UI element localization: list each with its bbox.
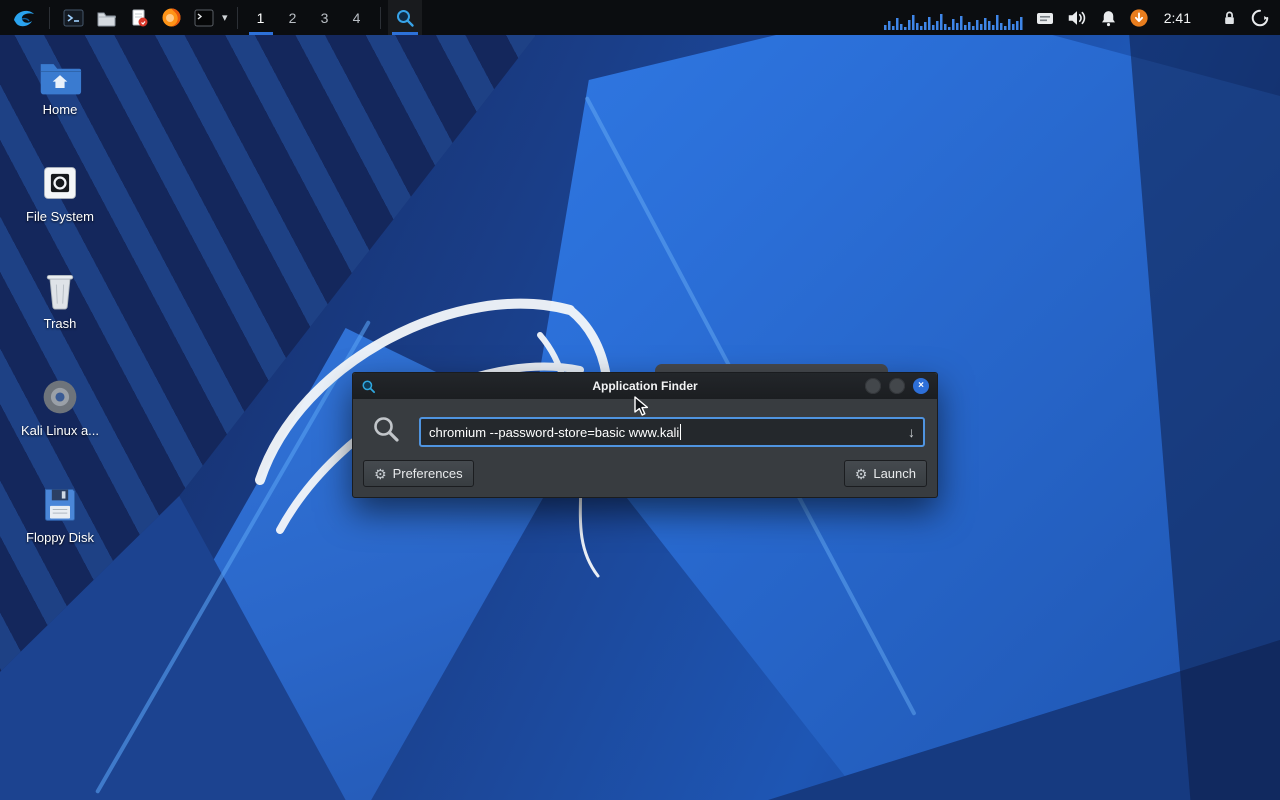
desktop-icon-file-system[interactable]: File System xyxy=(14,163,106,225)
text-caret xyxy=(680,424,681,440)
search-icon xyxy=(372,415,400,443)
window-search-icon xyxy=(361,379,376,394)
search-icon xyxy=(395,8,415,28)
workspace-label: 2 xyxy=(289,10,297,26)
launch-gear-icon: ⚙ xyxy=(855,467,868,481)
mouse-cursor xyxy=(634,396,654,418)
mini-terminal-icon xyxy=(194,9,214,27)
panel-separator xyxy=(49,7,50,29)
desktop-icon-label: Floppy Disk xyxy=(14,531,106,546)
workspace-switcher: 1 2 3 4 xyxy=(245,0,373,35)
search-input-value: chromium --password-store=basic www.kali xyxy=(429,425,679,440)
lock-screen-icon[interactable] xyxy=(1220,8,1239,28)
terminal-icon xyxy=(63,8,84,28)
workspace-2-button[interactable]: 2 xyxy=(277,0,309,35)
terminal-launcher[interactable] xyxy=(57,0,90,35)
workspace-1-button[interactable]: 1 xyxy=(245,0,277,35)
maximize-button[interactable] xyxy=(889,378,905,394)
home-folder-icon xyxy=(14,58,106,96)
desktop-icon-label: Trash xyxy=(14,317,106,332)
desktop-icon-floppy[interactable]: Floppy Disk xyxy=(14,484,106,546)
applications-menu-button[interactable] xyxy=(6,0,42,35)
window-title: Application Finder xyxy=(353,379,937,393)
desktop-icon-kali-volume[interactable]: Kali Linux a... xyxy=(14,377,106,439)
desktop-icon-home[interactable]: Home xyxy=(14,58,106,118)
workspace-4-button[interactable]: 4 xyxy=(341,0,373,35)
firefox-icon xyxy=(161,7,182,28)
desktop-icon-label: Home xyxy=(14,103,106,118)
gear-icon: ⚙ xyxy=(374,467,387,481)
desktop: ▾ 1 2 3 4 xyxy=(0,0,1280,800)
chevron-down-icon: ▾ xyxy=(222,11,228,24)
workspace-3-button[interactable]: 3 xyxy=(309,0,341,35)
panel-separator xyxy=(237,7,238,29)
desktop-icon-label: Kali Linux a... xyxy=(14,424,106,439)
clock[interactable]: 2:41 xyxy=(1160,10,1195,26)
file-manager-launcher[interactable] xyxy=(90,0,123,35)
software-update-icon[interactable] xyxy=(1129,8,1149,28)
workspace-label: 4 xyxy=(353,10,361,26)
close-icon: × xyxy=(918,381,924,391)
preferences-button[interactable]: ⚙ Preferences xyxy=(363,460,474,487)
workspace-label: 3 xyxy=(321,10,329,26)
folder-icon xyxy=(96,8,117,28)
floppy-icon xyxy=(14,484,106,524)
volume-icon[interactable] xyxy=(1066,8,1088,28)
launch-button[interactable]: ⚙ Launch xyxy=(844,460,927,487)
preferences-button-label: Preferences xyxy=(393,466,463,481)
trash-icon xyxy=(14,270,106,310)
terminal-profile-launcher[interactable] xyxy=(188,0,220,35)
taskbar-appfinder-button[interactable] xyxy=(388,0,422,35)
close-button[interactable]: × xyxy=(913,378,929,394)
desktop-icon-label: File System xyxy=(14,210,106,225)
desktop-icon-trash[interactable]: Trash xyxy=(14,270,106,332)
text-editor-launcher[interactable] xyxy=(123,0,155,35)
firefox-launcher[interactable] xyxy=(155,0,188,35)
minimize-button[interactable] xyxy=(865,378,881,394)
workspace-label: 1 xyxy=(257,10,265,26)
application-finder-window: Application Finder × chromium --password… xyxy=(352,372,938,498)
search-input[interactable]: chromium --password-store=basic www.kali… xyxy=(419,417,925,447)
system-monitor-graph[interactable] xyxy=(884,6,1024,30)
drive-icon xyxy=(14,163,106,203)
notifications-bell-icon[interactable] xyxy=(1099,8,1118,28)
top-panel: ▾ 1 2 3 4 xyxy=(0,0,1280,35)
text-editor-icon xyxy=(129,8,149,28)
disc-icon xyxy=(14,377,106,417)
terminal-dropdown-button[interactable]: ▾ xyxy=(220,0,230,35)
logout-icon[interactable] xyxy=(1250,8,1270,28)
panel-separator xyxy=(380,7,381,29)
clipboard-tray-icon[interactable] xyxy=(1035,9,1055,27)
dropdown-arrow-icon[interactable]: ↓ xyxy=(908,424,915,440)
system-tray: 2:41 xyxy=(884,6,1274,30)
launch-button-label: Launch xyxy=(873,466,916,481)
kali-logo-icon xyxy=(12,6,36,30)
